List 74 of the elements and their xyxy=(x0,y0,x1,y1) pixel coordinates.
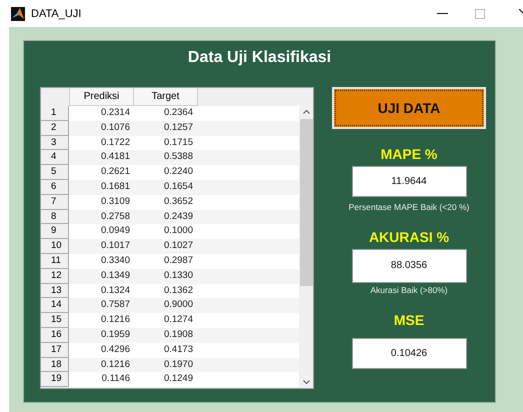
scroll-down-icon[interactable] xyxy=(302,380,310,384)
table-cell-text: 0.1715 xyxy=(162,136,194,150)
table-cell-text: 0.3652 xyxy=(162,194,194,209)
row-header: 16 xyxy=(41,328,69,343)
row-header: 15 xyxy=(41,313,69,328)
table-cell-text: 0.2364 xyxy=(162,106,194,120)
table-cell-text: 0.1654 xyxy=(162,180,194,194)
row-header: 4 xyxy=(41,150,69,166)
table-cell-text: 0.1970 xyxy=(162,358,194,372)
table-cell-text: 0.1257 xyxy=(162,120,194,135)
table-cell-text: 0.4296 xyxy=(100,342,131,357)
metric-label: MAPE % xyxy=(380,146,438,162)
row-header: 2 xyxy=(41,120,69,136)
metric-label: MSE xyxy=(394,312,424,328)
table-cell-text: 0.2621 xyxy=(100,165,131,180)
table-cell-text: 0.3109 xyxy=(100,194,131,209)
row-header: 19 xyxy=(41,372,69,388)
row-header: 6 xyxy=(41,180,69,195)
row-header: 11 xyxy=(41,254,69,269)
table-cell-text: 0.1349 xyxy=(100,268,131,283)
row-header: 3 xyxy=(41,136,69,150)
metric-label: AKURASI % xyxy=(368,229,450,245)
row-header: 8 xyxy=(41,210,69,224)
table-cell-text: 0.2758 xyxy=(100,210,131,224)
table-cell-text: 0.1722 xyxy=(100,136,131,150)
table-cell-text: 0.9000 xyxy=(162,298,194,312)
table-cell-text: 0.1324 xyxy=(100,284,131,298)
table-cell-text: 0.1330 xyxy=(162,268,194,283)
scroll-up-icon[interactable] xyxy=(302,110,310,114)
table-cell-text: 0.1959 xyxy=(100,328,131,342)
table-cell-text: 0.3340 xyxy=(100,254,131,268)
table-cell-text: 0.1146 xyxy=(100,372,131,386)
table-cell-text: 0.1249 xyxy=(162,372,194,386)
window-title: DATA_UJI xyxy=(31,8,82,20)
table-cell-text: 0.1362 xyxy=(162,284,194,298)
table-cell-text: 0.1216 xyxy=(100,313,131,328)
table-cell-text: 0.1027 xyxy=(162,239,194,254)
row-header: 18 xyxy=(41,358,69,372)
metric-value-field: 88.0356 xyxy=(352,249,466,283)
table-cell-text: 0.1076 xyxy=(100,120,131,135)
table-cell-text: 0.1908 xyxy=(162,328,194,342)
table-cell-text: 0.1017 xyxy=(100,239,131,254)
row-header: 5 xyxy=(41,165,69,180)
row-header: 9 xyxy=(41,224,69,240)
table-cell-text: 0.2240 xyxy=(162,165,194,180)
table-cell-text: 0.7587 xyxy=(100,298,131,312)
table-cell-text: 0.1000 xyxy=(162,224,194,238)
row-header: 10 xyxy=(41,239,69,254)
metric-note: Persentase MAPE Baik (<20 %) xyxy=(348,202,470,212)
table-cell-text: 0.2987 xyxy=(162,254,194,268)
row-header: 13 xyxy=(41,284,69,298)
app-icon xyxy=(11,6,25,20)
row-header: 17 xyxy=(41,342,69,358)
table-cell-text: 0.0949 xyxy=(100,224,131,238)
row-header: 1 xyxy=(41,106,69,121)
column-header: Prediksi xyxy=(70,88,134,106)
table-cell-text: 0.1274 xyxy=(162,313,194,328)
table-cell-text: 0.2314 xyxy=(100,106,131,120)
metric-value-field: 0.10426 xyxy=(352,338,466,369)
scrollbar-thumb[interactable] xyxy=(300,119,312,286)
table-cell-text: 0.4173 xyxy=(162,342,194,357)
metric-value-field: 11.9644 xyxy=(352,166,466,197)
metric-note: Akurasi Baik (>80%) xyxy=(370,285,448,295)
test-data-button[interactable]: UJI DATA xyxy=(332,87,486,129)
table-cell-text: 0.5388 xyxy=(162,150,194,164)
table-cell-text: 0.1681 xyxy=(100,180,131,194)
row-header: 7 xyxy=(41,194,69,210)
panel-title: Data Uji Klasifikasi xyxy=(186,48,332,68)
table-cell-text: 0.2439 xyxy=(162,210,194,224)
table-cell-text: 0.1216 xyxy=(100,358,131,372)
table-cell-text: 0.4181 xyxy=(100,150,131,164)
row-header: 12 xyxy=(41,268,69,284)
row-header: 14 xyxy=(41,298,69,314)
column-header: Target xyxy=(134,88,198,106)
